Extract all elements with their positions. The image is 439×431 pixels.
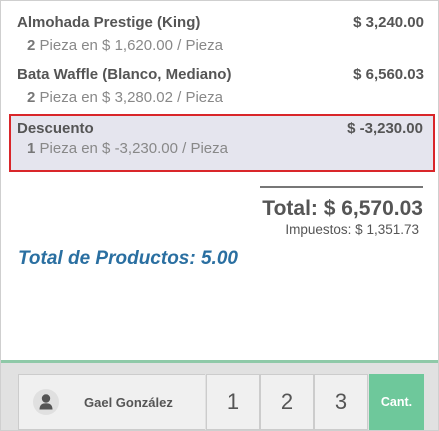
- orderline-product-name: Almohada Prestige (King): [17, 14, 201, 31]
- numpad-key-1[interactable]: 1: [206, 374, 260, 430]
- customer-name: Gael González: [84, 395, 173, 410]
- orderline-product-name: Descuento: [17, 120, 94, 137]
- control-buttons: Gael González 1 2 3 Cant.: [1, 363, 438, 430]
- user-icon: [33, 389, 59, 415]
- orderline-quantity: 1: [27, 140, 36, 157]
- orderline-quantity: 2: [27, 37, 36, 54]
- order-total: Total: $ 6,570.03: [262, 197, 423, 220]
- order-summary: Total: $ 6,570.03 Impuestos: $ 1,351.73: [260, 186, 423, 237]
- orderline-unit-text: Pieza en $ -3,230.00 / Pieza: [39, 140, 228, 157]
- orderline-selected[interactable]: Descuento $ -3,230.00 1 Pieza en $ -3,23…: [9, 114, 435, 172]
- orderline-price: $ 6,560.03: [353, 66, 424, 83]
- numpad-key-2[interactable]: 2: [260, 374, 314, 430]
- orderline-price: $ 3,240.00: [353, 14, 424, 31]
- order-taxes: Impuestos: $ 1,351.73: [285, 222, 419, 237]
- quantity-mode-button[interactable]: Cant.: [369, 374, 424, 430]
- orderline-price: $ -3,230.00: [347, 120, 423, 137]
- orderline-info: 2 Pieza en $ 1,620.00 / Pieza: [27, 37, 223, 54]
- numpad-key-3[interactable]: 3: [314, 374, 368, 430]
- orderline[interactable]: Bata Waffle (Blanco, Mediano) $ 6,560.03…: [9, 60, 433, 112]
- orderline-product-name: Bata Waffle (Blanco, Mediano): [17, 66, 232, 83]
- orderline[interactable]: Almohada Prestige (King) $ 3,240.00 2 Pi…: [9, 8, 433, 60]
- orderline-unit-text: Pieza en $ 1,620.00 / Pieza: [39, 37, 223, 54]
- orderline-quantity: 2: [27, 89, 36, 106]
- orderline-unit-text: Pieza en $ 3,280.02 / Pieza: [39, 89, 223, 106]
- product-count: Total de Productos: 5.00: [18, 248, 238, 269]
- orderline-info: 1 Pieza en $ -3,230.00 / Pieza: [27, 140, 228, 157]
- orderline-info: 2 Pieza en $ 3,280.02 / Pieza: [27, 89, 223, 106]
- customer-button[interactable]: Gael González: [18, 374, 205, 430]
- pos-order-panel: Almohada Prestige (King) $ 3,240.00 2 Pi…: [0, 0, 439, 431]
